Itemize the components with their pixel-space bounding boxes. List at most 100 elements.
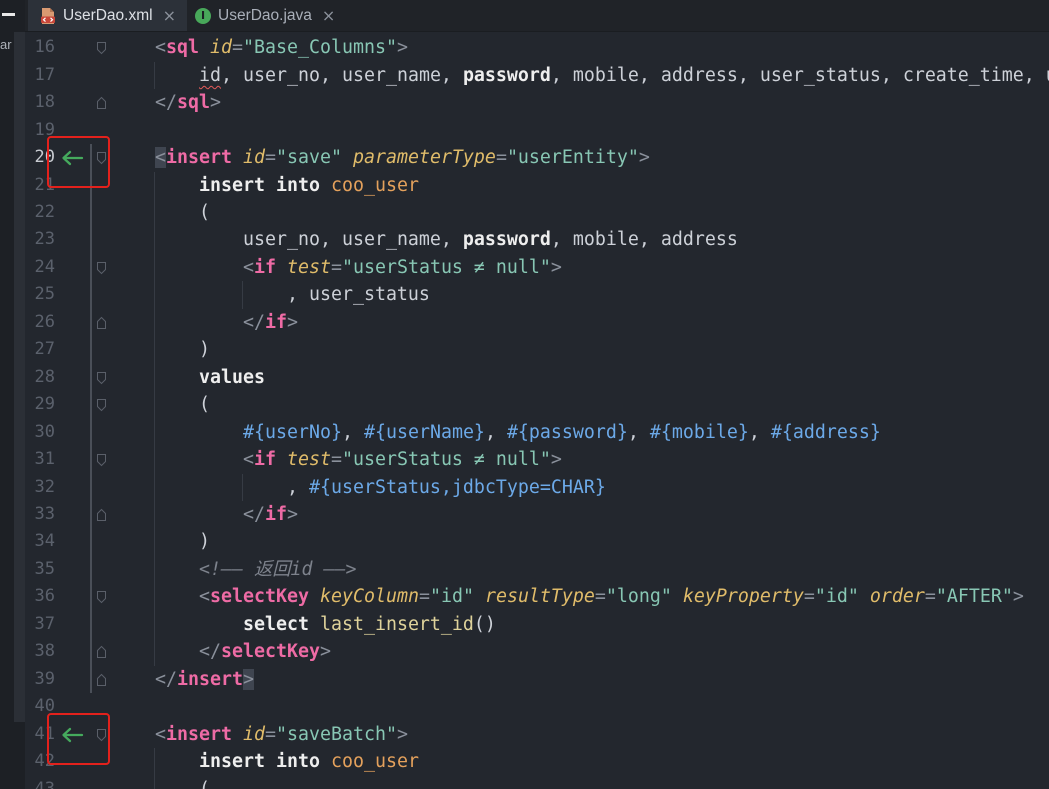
code-line[interactable]: user_no, user_name, password, mobile, ad… bbox=[155, 226, 1049, 253]
code-token[interactable]: , bbox=[287, 477, 309, 498]
fold-start-icon[interactable] bbox=[96, 371, 107, 385]
code-token[interactable]: > bbox=[287, 312, 298, 333]
code-token[interactable]: if bbox=[254, 257, 276, 278]
line-number[interactable]: 36 bbox=[25, 583, 55, 610]
line-number[interactable]: 33 bbox=[25, 501, 55, 528]
code-token[interactable]: > bbox=[397, 37, 408, 58]
code-line[interactable]: <insert id="saveBatch"> bbox=[155, 721, 1049, 748]
code-token[interactable]: > bbox=[551, 449, 562, 470]
line-number[interactable]: 38 bbox=[25, 638, 55, 665]
code-token[interactable]: "saveBatch" bbox=[276, 724, 397, 745]
fold-end-icon[interactable] bbox=[96, 673, 107, 687]
code-line[interactable]: id, user_no, user_name, password, mobile… bbox=[155, 62, 1049, 89]
code-token[interactable]: , mobile, address bbox=[551, 229, 738, 250]
code-line[interactable]: </if> bbox=[155, 309, 1049, 336]
code-token[interactable]: keyColumn bbox=[309, 586, 419, 607]
line-number[interactable]: 22 bbox=[25, 199, 55, 226]
code-token[interactable]: "userStatus ≠ null" bbox=[342, 449, 551, 470]
line-number[interactable]: 30 bbox=[25, 419, 55, 446]
code-token[interactable]: > bbox=[287, 504, 298, 525]
line-number[interactable]: 37 bbox=[25, 611, 55, 638]
code-token[interactable]: , bbox=[628, 422, 650, 443]
code-token[interactable]: id bbox=[199, 65, 221, 86]
code-token[interactable]: </ bbox=[243, 504, 265, 525]
code-token[interactable]: #{userName} bbox=[364, 422, 485, 443]
code-token[interactable]: id bbox=[232, 147, 265, 168]
code-token[interactable]: #{userNo} bbox=[243, 422, 342, 443]
line-number[interactable]: 43 bbox=[25, 776, 55, 789]
code-token[interactable]: if bbox=[265, 312, 287, 333]
code-token[interactable]: ) bbox=[199, 339, 210, 360]
line-number[interactable]: 18 bbox=[25, 89, 55, 116]
code-token[interactable]: "Base_Columns" bbox=[243, 37, 397, 58]
code-token[interactable]: < bbox=[155, 37, 166, 58]
line-number[interactable]: 39 bbox=[25, 666, 55, 693]
code-token[interactable]: < bbox=[243, 449, 254, 470]
line-number[interactable]: 27 bbox=[25, 336, 55, 363]
code-token[interactable]: = bbox=[331, 449, 342, 470]
code-token[interactable]: </ bbox=[155, 92, 177, 113]
tab-userdao-java[interactable]: I UserDao.java × bbox=[187, 0, 347, 31]
code-token[interactable]: #{password} bbox=[507, 422, 628, 443]
code-token[interactable]: parameterType bbox=[342, 147, 496, 168]
code-line[interactable]: <selectKey keyColumn="id" resultType="lo… bbox=[155, 583, 1049, 610]
code-line[interactable] bbox=[155, 693, 1049, 720]
code-token[interactable]: < bbox=[199, 586, 210, 607]
code-token[interactable]: = bbox=[331, 257, 342, 278]
code-token[interactable]: insert bbox=[166, 147, 232, 168]
code-token[interactable]: if bbox=[254, 449, 276, 470]
fold-start-icon[interactable] bbox=[96, 590, 107, 604]
code-line[interactable]: </sql> bbox=[155, 89, 1049, 116]
code-token[interactable]: resultType bbox=[474, 586, 595, 607]
code-token[interactable]: sql bbox=[166, 37, 199, 58]
fold-start-icon[interactable] bbox=[96, 41, 107, 55]
code-token[interactable]: insert bbox=[166, 724, 232, 745]
code-line[interactable]: #{userNo}, #{userName}, #{password}, #{m… bbox=[155, 419, 1049, 446]
code-token[interactable]: ( bbox=[199, 394, 210, 415]
code-token[interactable]: coo_user bbox=[320, 175, 419, 196]
code-token[interactable]: > bbox=[639, 147, 650, 168]
code-line[interactable]: , user_status bbox=[155, 281, 1049, 308]
code-token[interactable]: selectKey bbox=[221, 641, 320, 662]
code-token[interactable]: </ bbox=[155, 669, 177, 690]
code-token[interactable]: = bbox=[265, 724, 276, 745]
code-token[interactable]: < bbox=[243, 257, 254, 278]
fold-end-icon[interactable] bbox=[96, 645, 107, 659]
code-token[interactable]: > bbox=[242, 668, 254, 690]
code-token[interactable]: #{userStatus,jdbcType=CHAR} bbox=[309, 477, 606, 498]
code-token[interactable]: insert bbox=[177, 669, 243, 690]
code-token[interactable]: select bbox=[243, 614, 309, 635]
line-number[interactable]: 17 bbox=[25, 62, 55, 89]
code-token[interactable]: = bbox=[925, 586, 936, 607]
code-line[interactable]: <sql id="Base_Columns"> bbox=[155, 34, 1049, 61]
code-token[interactable]: "userEntity" bbox=[507, 147, 639, 168]
code-token[interactable]: ( bbox=[199, 202, 210, 223]
code-token[interactable]: test bbox=[276, 449, 331, 470]
line-number[interactable]: 34 bbox=[25, 528, 55, 555]
code-line[interactable]: <!—— 返回id ——> bbox=[155, 556, 1049, 583]
code-token[interactable]: = bbox=[496, 147, 507, 168]
code-area[interactable]: <sql id="Base_Columns"> id, user_no, use… bbox=[155, 34, 1049, 789]
code-token[interactable]: if bbox=[265, 504, 287, 525]
code-token[interactable]: () bbox=[474, 614, 496, 635]
code-token[interactable]: selectKey bbox=[210, 586, 309, 607]
code-token[interactable]: > bbox=[551, 257, 562, 278]
code-token[interactable]: > bbox=[320, 641, 331, 662]
code-token[interactable]: < bbox=[155, 147, 166, 169]
code-token[interactable]: = bbox=[419, 586, 430, 607]
code-token[interactable]: keyProperty bbox=[672, 586, 804, 607]
code-line[interactable]: <if test="userStatus ≠ null"> bbox=[155, 254, 1049, 281]
line-number[interactable]: 28 bbox=[25, 364, 55, 391]
code-line[interactable]: ( bbox=[155, 199, 1049, 226]
code-token[interactable]: #{mobile} bbox=[650, 422, 749, 443]
code-token[interactable]: > bbox=[397, 724, 408, 745]
code-token[interactable]: insert into bbox=[199, 175, 320, 196]
close-icon[interactable]: × bbox=[163, 6, 176, 25]
code-token[interactable]: user_no, user_name, bbox=[243, 229, 463, 250]
line-number[interactable]: 26 bbox=[25, 309, 55, 336]
code-token[interactable]: "id" bbox=[815, 586, 859, 607]
code-line[interactable]: ( bbox=[155, 776, 1049, 789]
line-number[interactable]: 35 bbox=[25, 556, 55, 583]
fold-end-icon[interactable] bbox=[96, 316, 107, 330]
code-line[interactable] bbox=[155, 117, 1049, 144]
